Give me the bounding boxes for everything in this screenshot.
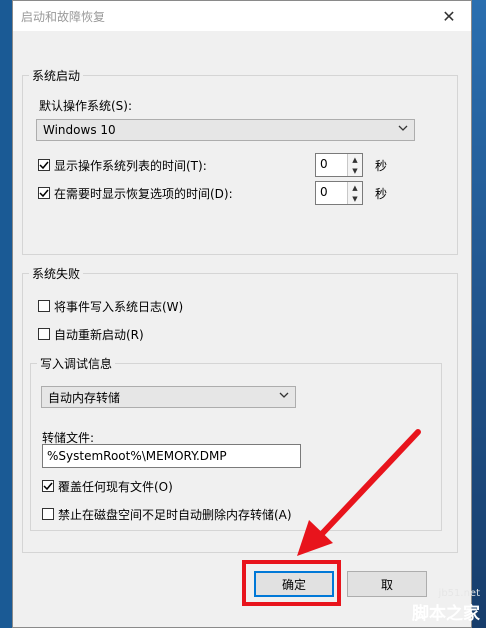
show-recovery-label: 在需要时显示恢复选项的时间(D): (54, 187, 233, 201)
desktop-background (0, 0, 12, 628)
seconds-unit-1: 秒 (375, 159, 388, 173)
default-os-select[interactable]: Windows 10 (36, 119, 415, 141)
cancel-button[interactable]: 取 (347, 571, 427, 597)
spinner-buttons: ▲ ▼ (347, 182, 362, 204)
spin-down-button[interactable]: ▼ (348, 193, 362, 204)
show-recovery-checkbox[interactable] (38, 187, 50, 199)
dump-type-select[interactable]: 自动内存转储 (41, 386, 296, 408)
dump-file-input[interactable]: %SystemRoot%\MEMORY.DMP (42, 444, 301, 468)
chevron-down-icon (398, 125, 408, 131)
default-os-label: 默认操作系统(S): (39, 99, 133, 113)
overwrite-checkbox[interactable] (42, 480, 54, 492)
ok-button[interactable]: 确定 (254, 571, 334, 597)
seconds-unit-2: 秒 (375, 187, 388, 201)
auto-restart-checkbox[interactable] (38, 328, 50, 340)
dump-type-value: 自动内存转储 (48, 390, 121, 405)
ok-button-label: 确定 (281, 577, 306, 592)
checkmark-icon (39, 161, 49, 170)
close-button[interactable]: ✕ (427, 1, 471, 31)
desktop-background-right (472, 0, 486, 628)
disable-auto-delete-label: 禁止在磁盘空间不足时自动删除内存转储(A) (58, 508, 292, 522)
checkmark-icon (43, 482, 53, 491)
system-failure-legend: 系统失败 (32, 267, 81, 281)
dialog-title: 启动和故障恢复 (21, 10, 106, 24)
checkmark-icon (39, 189, 49, 198)
auto-restart-label: 自动重新启动(R) (54, 328, 144, 342)
show-os-list-time-value: 0 (320, 157, 328, 171)
show-os-list-checkbox[interactable] (38, 159, 50, 171)
system-startup-legend: 系统启动 (32, 69, 81, 83)
show-os-list-time-spinner[interactable]: 0 ▲ ▼ (315, 153, 363, 177)
write-event-log-checkbox[interactable] (38, 300, 50, 312)
startup-recovery-dialog: 启动和故障恢复 ✕ 系统启动 默认操作系统(S): Windows 10 显示操… (12, 0, 472, 628)
chevron-down-icon (279, 392, 289, 398)
spinner-buttons: ▲ ▼ (347, 154, 362, 176)
close-icon: ✕ (442, 6, 456, 26)
show-recovery-time-spinner[interactable]: 0 ▲ ▼ (315, 181, 363, 205)
title-bar: 启动和故障恢复 ✕ (13, 1, 471, 31)
disable-auto-delete-checkbox[interactable] (42, 508, 54, 520)
cancel-button-label: 取 (380, 577, 393, 592)
write-event-log-label: 将事件写入系统日志(W) (54, 300, 184, 314)
show-os-list-label: 显示操作系统列表的时间(T): (54, 159, 207, 173)
default-os-value: Windows 10 (43, 123, 116, 137)
spin-down-button[interactable]: ▼ (348, 165, 362, 176)
debug-info-legend: 写入调试信息 (40, 357, 113, 371)
show-recovery-time-value: 0 (320, 185, 328, 199)
overwrite-label: 覆盖任何现有文件(O) (58, 480, 173, 494)
